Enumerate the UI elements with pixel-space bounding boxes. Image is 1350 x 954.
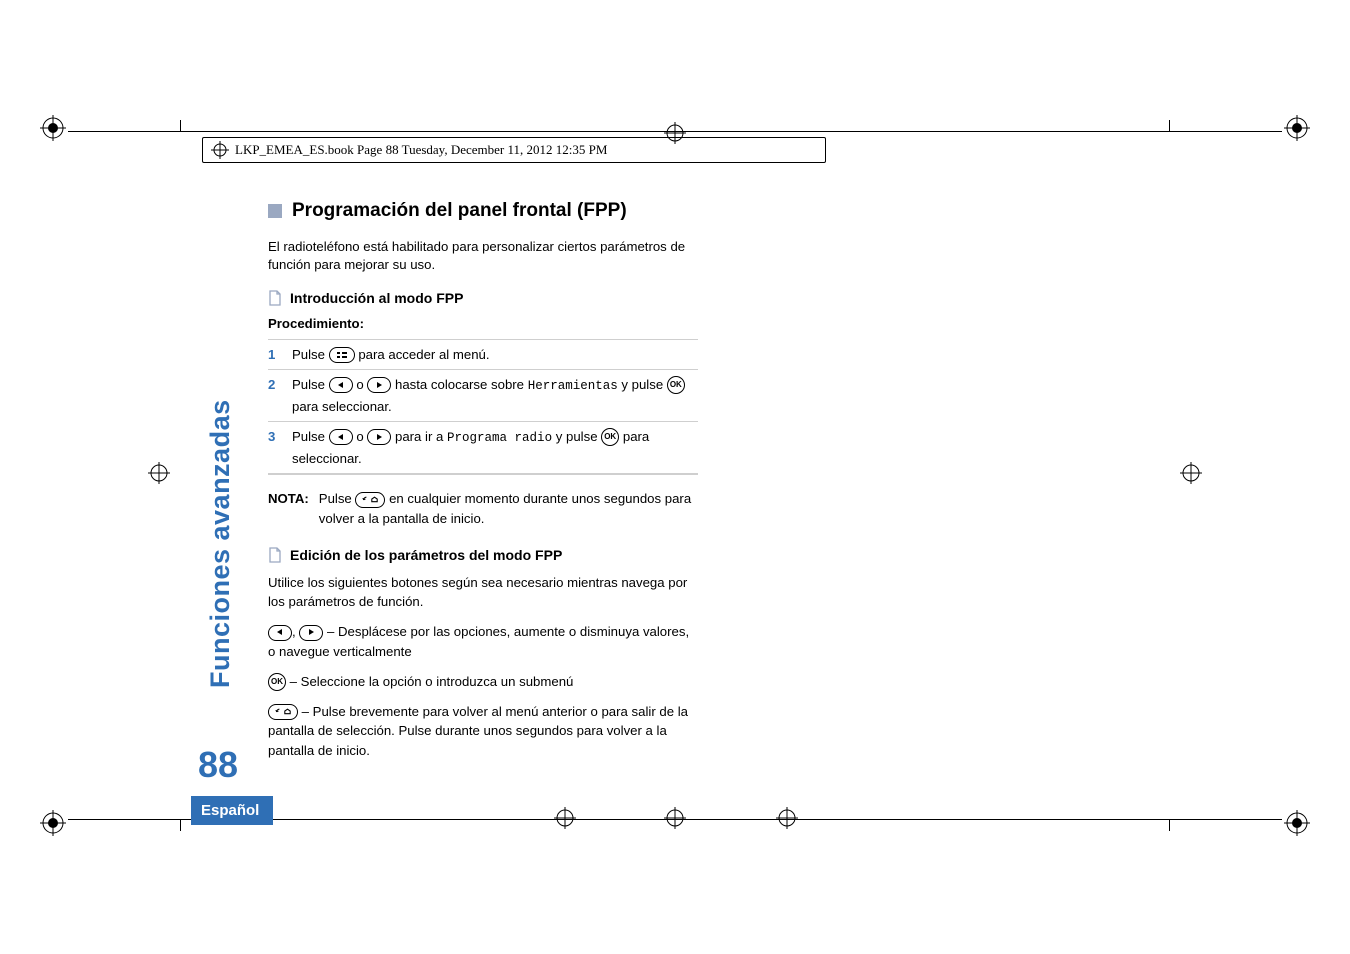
step-body: Pulse o para ir a Programa radio y pulse… — [292, 426, 698, 469]
right-key-icon — [367, 429, 391, 445]
right-key-icon — [367, 377, 391, 393]
step-body: Pulse para acceder al menú. — [292, 344, 698, 365]
note-body: Pulse en cualquier momento durante unos … — [319, 489, 698, 529]
page-icon — [268, 290, 282, 306]
main-content: Programación del panel frontal (FPP) El … — [268, 200, 698, 771]
note-block: NOTA: Pulse en cualquier momento durante… — [268, 489, 698, 529]
ok-key-icon: OK — [268, 673, 286, 691]
registration-mark-icon — [40, 810, 66, 836]
subheading: Edición de los parámetros del modo FPP — [290, 547, 562, 563]
ok-key-icon: OK — [667, 376, 685, 394]
ok-key-icon: OK — [601, 428, 619, 446]
crop-tick — [180, 120, 181, 132]
registration-mark-icon — [40, 115, 66, 141]
bullet-item: OK – Seleccione la opción o introduzca u… — [268, 672, 698, 692]
crosshair-icon — [148, 462, 170, 484]
left-key-icon — [329, 377, 353, 393]
step-number: 2 — [268, 374, 282, 417]
heading-row: Programación del panel frontal (FPP) — [268, 200, 698, 222]
language-badge: Español — [191, 796, 273, 825]
side-section-label: Funciones avanzadas — [205, 399, 236, 688]
crop-line — [68, 131, 1282, 132]
crop-tick — [1169, 819, 1170, 831]
step-body: Pulse o hasta colocarse sobre Herramient… — [292, 374, 698, 417]
page-slug-text: LKP_EMEA_ES.book Page 88 Tuesday, Decemb… — [235, 142, 607, 158]
menu-key-icon — [329, 347, 355, 363]
procedure-step: 3 Pulse o para ir a Programa radio y pul… — [268, 422, 698, 474]
page-title: Programación del panel frontal (FPP) — [292, 200, 627, 222]
procedure-step: 1 Pulse para acceder al menú. — [268, 339, 698, 370]
crosshair-icon — [664, 807, 686, 829]
subheading-row: Introducción al modo FPP — [268, 290, 698, 306]
page-number: 88 — [198, 744, 238, 786]
step-number: 3 — [268, 426, 282, 469]
intro-paragraph: El radioteléfono está habilitado para pe… — [268, 238, 698, 274]
home-key-icon — [268, 704, 298, 720]
bullet-item: , – Desplácese por las opciones, aumente… — [268, 622, 698, 662]
note-label: NOTA: — [268, 489, 309, 529]
page-root: LKP_EMEA_ES.book Page 88 Tuesday, Decemb… — [0, 0, 1350, 954]
procedure-step: 2 Pulse o hasta colocarse sobre Herramie… — [268, 370, 698, 422]
left-key-icon — [329, 429, 353, 445]
registration-mark-icon — [1284, 810, 1310, 836]
subheading: Introducción al modo FPP — [290, 290, 463, 306]
crosshair-icon — [554, 807, 576, 829]
description-lead: Utilice los siguientes botones según sea… — [268, 573, 698, 613]
crosshair-icon — [776, 807, 798, 829]
home-key-icon — [355, 492, 385, 508]
subheading-row: Edición de los parámetros del modo FPP — [268, 547, 698, 563]
heading-bullet-icon — [268, 204, 282, 218]
crop-tick — [180, 819, 181, 831]
page-icon — [268, 547, 282, 563]
crosshair-icon — [1180, 462, 1202, 484]
bullet-item: – Pulse brevemente para volver al menú a… — [268, 702, 698, 761]
crop-tick — [1169, 120, 1170, 132]
registration-mark-icon — [1284, 115, 1310, 141]
procedure-label: Procedimiento: — [268, 316, 698, 331]
description-block: Utilice los siguientes botones según sea… — [268, 573, 698, 761]
left-key-icon — [268, 625, 292, 641]
crosshair-icon — [211, 141, 229, 159]
right-key-icon — [299, 625, 323, 641]
step-number: 1 — [268, 344, 282, 365]
page-slug-bar: LKP_EMEA_ES.book Page 88 Tuesday, Decemb… — [202, 137, 826, 163]
